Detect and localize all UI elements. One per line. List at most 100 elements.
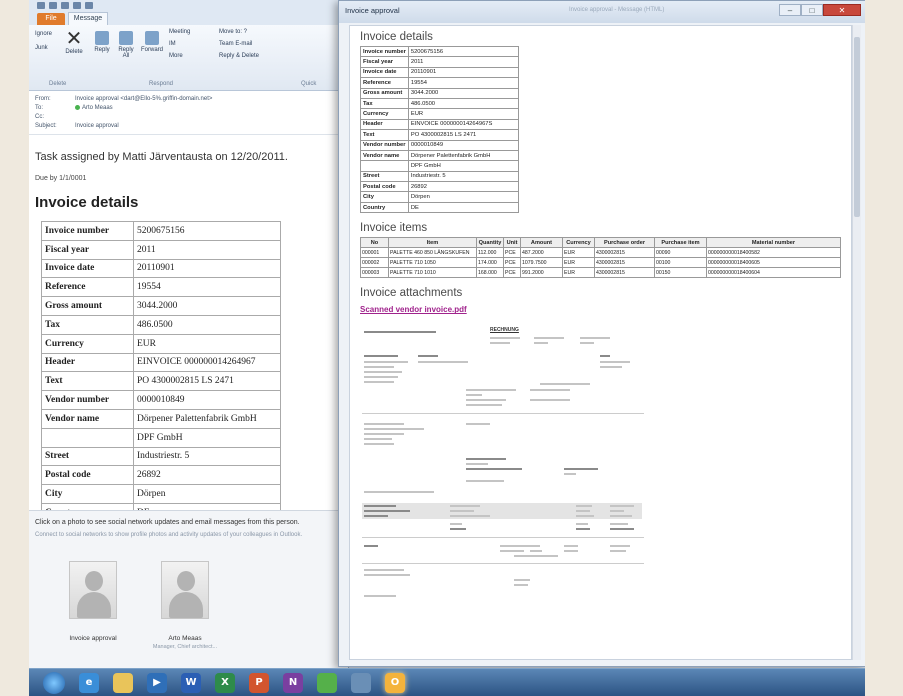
detail-row: CountryDE <box>360 201 519 214</box>
detail-key: City <box>41 484 134 504</box>
detail-row: Tax 486.0500 <box>360 97 519 110</box>
scanned-invoice-link[interactable]: Scanned vendor invoice.pdf <box>360 305 467 314</box>
network-icon[interactable] <box>351 672 371 693</box>
detail-key: Text <box>360 129 409 141</box>
table-cell: 000001 <box>360 247 389 259</box>
delete-button[interactable]: ✕ Delete <box>63 28 85 55</box>
word-icon[interactable]: W <box>181 672 201 693</box>
im-button[interactable]: IM <box>169 41 176 47</box>
media-player-icon[interactable]: ▶ <box>147 672 167 693</box>
invoice-attachments-heading: Invoice attachments <box>360 287 463 300</box>
up-arrow-icon[interactable] <box>73 2 81 9</box>
detail-value: 2011 <box>133 239 281 260</box>
detail-key <box>360 160 409 172</box>
detail-row: Invoice number 5200675156 <box>41 221 281 241</box>
detail-key: Invoice number <box>41 221 134 241</box>
undo-icon[interactable] <box>49 2 57 9</box>
maximize-button[interactable]: □ <box>801 4 823 16</box>
file-explorer-icon[interactable] <box>113 672 133 693</box>
ribbon: Ignore Junk ✕ Delete Reply Reply All For… <box>29 25 348 91</box>
table-cell: PCE <box>503 267 521 279</box>
message-header: From: Invoice approval <dart@Ello-5%.grif… <box>29 91 348 135</box>
reply-all-label: Reply All <box>118 47 134 59</box>
meeting-button[interactable]: Meeting <box>169 29 190 35</box>
detail-row: Vendor name Dörpener Palettenfabrik GmbH <box>41 408 281 429</box>
scrollbar-thumb[interactable] <box>854 37 860 217</box>
invoice-content: Invoice details Invoice number 5200675156… <box>349 25 852 660</box>
reply-all-icon <box>119 31 133 45</box>
from-value[interactable]: Invoice approval <dart@Ello-5%.griffin-d… <box>75 95 342 104</box>
outlook-icon[interactable]: O <box>385 672 405 693</box>
forward-button[interactable]: Forward <box>139 31 165 53</box>
tab-file[interactable]: File <box>37 13 65 25</box>
quick-step-team-email[interactable]: Team E-mail <box>219 41 252 47</box>
junk-label: Junk <box>35 45 48 51</box>
detail-key: Header <box>41 352 134 373</box>
detail-key: Fiscal year <box>360 56 409 68</box>
excel-icon[interactable]: X <box>215 672 235 693</box>
powerpoint-icon[interactable]: P <box>249 672 269 693</box>
reply-icon <box>95 31 109 45</box>
column-header: Material number <box>706 237 841 249</box>
detail-key: Currency <box>41 333 134 354</box>
column-header: No <box>360 237 389 249</box>
redo-icon[interactable] <box>61 2 69 9</box>
reply-label: Reply <box>94 47 110 53</box>
detail-value: Dörpen <box>407 191 519 203</box>
title-bar[interactable]: Invoice approval Invoice approval - Mess… <box>339 1 865 23</box>
windows-start-icon[interactable] <box>43 671 65 694</box>
invoice-details-heading: Invoice details <box>35 194 139 211</box>
messenger-icon[interactable] <box>317 672 337 693</box>
detail-row: City Dörpen <box>360 191 519 203</box>
reply-button[interactable]: Reply <box>91 31 113 53</box>
team-email-label: Team E-mail <box>219 41 253 47</box>
down-arrow-icon[interactable] <box>85 2 93 9</box>
ignore-button[interactable]: Ignore <box>35 31 52 37</box>
detail-value: 26892 <box>133 465 281 486</box>
detail-key: Vendor number <box>360 139 409 151</box>
detail-key: Reference <box>41 277 134 298</box>
detail-row: Text PO 4300002815 LS 2471 <box>360 129 519 141</box>
more-button[interactable]: More <box>169 53 183 59</box>
table-cell: 000003 <box>360 267 389 279</box>
internet-explorer-icon[interactable]: e <box>79 672 99 693</box>
vertical-scrollbar[interactable] <box>852 25 861 660</box>
save-icon[interactable] <box>37 2 45 9</box>
table-row: 000001 PALETTE 460 850 LÄNGSKUFEN 112.000 P… <box>360 247 841 259</box>
detail-value: 19554 <box>133 277 281 298</box>
detail-row: Street Industriestr. 5 <box>41 446 281 467</box>
detail-row: Gross amount 3044.2000 <box>41 296 281 316</box>
table-cell: 4300002815 <box>594 257 655 269</box>
reply-all-button[interactable]: Reply All <box>115 31 137 59</box>
ignore-label: Ignore <box>35 31 53 37</box>
detail-value: 19554 <box>407 77 519 89</box>
onenote-icon[interactable]: N <box>283 672 303 693</box>
detail-row: Vendor number 0000010849 <box>41 390 281 410</box>
table-cell: 00150 <box>654 267 707 279</box>
minimize-button[interactable]: – <box>779 4 801 16</box>
table-cell: PALETTE 710 1010 <box>388 267 477 279</box>
quick-step-move-to[interactable]: Move to: ? <box>219 29 247 35</box>
detail-value: DPF GmbH <box>133 427 281 448</box>
tab-message[interactable]: Message <box>68 12 108 25</box>
avatar-invoice-approval[interactable] <box>69 561 117 619</box>
ribbon-tabs: File Message <box>29 11 348 25</box>
avatar-arto-meaas[interactable] <box>161 561 209 619</box>
detail-key: Currency <box>360 108 409 120</box>
detail-row: Postal code 26892 <box>360 181 519 193</box>
to-recipient[interactable]: Arto Meaas <box>75 104 342 113</box>
social-connect-link[interactable]: Connect to social networks to show profi… <box>29 528 348 542</box>
presence-icon <box>75 104 80 110</box>
more-label: More <box>169 53 183 59</box>
junk-button[interactable]: Junk <box>35 45 48 51</box>
detail-key: Street <box>360 170 409 183</box>
detail-row: Fiscal year 2011 <box>41 239 281 260</box>
table-cell: 000000000018400604 <box>706 267 841 279</box>
person-name-2: Arto Meaas <box>168 635 202 642</box>
close-button[interactable]: ✕ <box>823 4 861 16</box>
table-cell: 4300002815 <box>594 267 655 279</box>
quick-step-reply-delete[interactable]: Reply & Delete <box>219 53 259 59</box>
scanned-invoice-preview[interactable]: RECHNUNG <box>360 323 660 614</box>
detail-value: PO 4300002815 LS 2471 <box>133 371 281 392</box>
background-window-title: Invoice approval - Message (HTML) <box>569 7 665 13</box>
